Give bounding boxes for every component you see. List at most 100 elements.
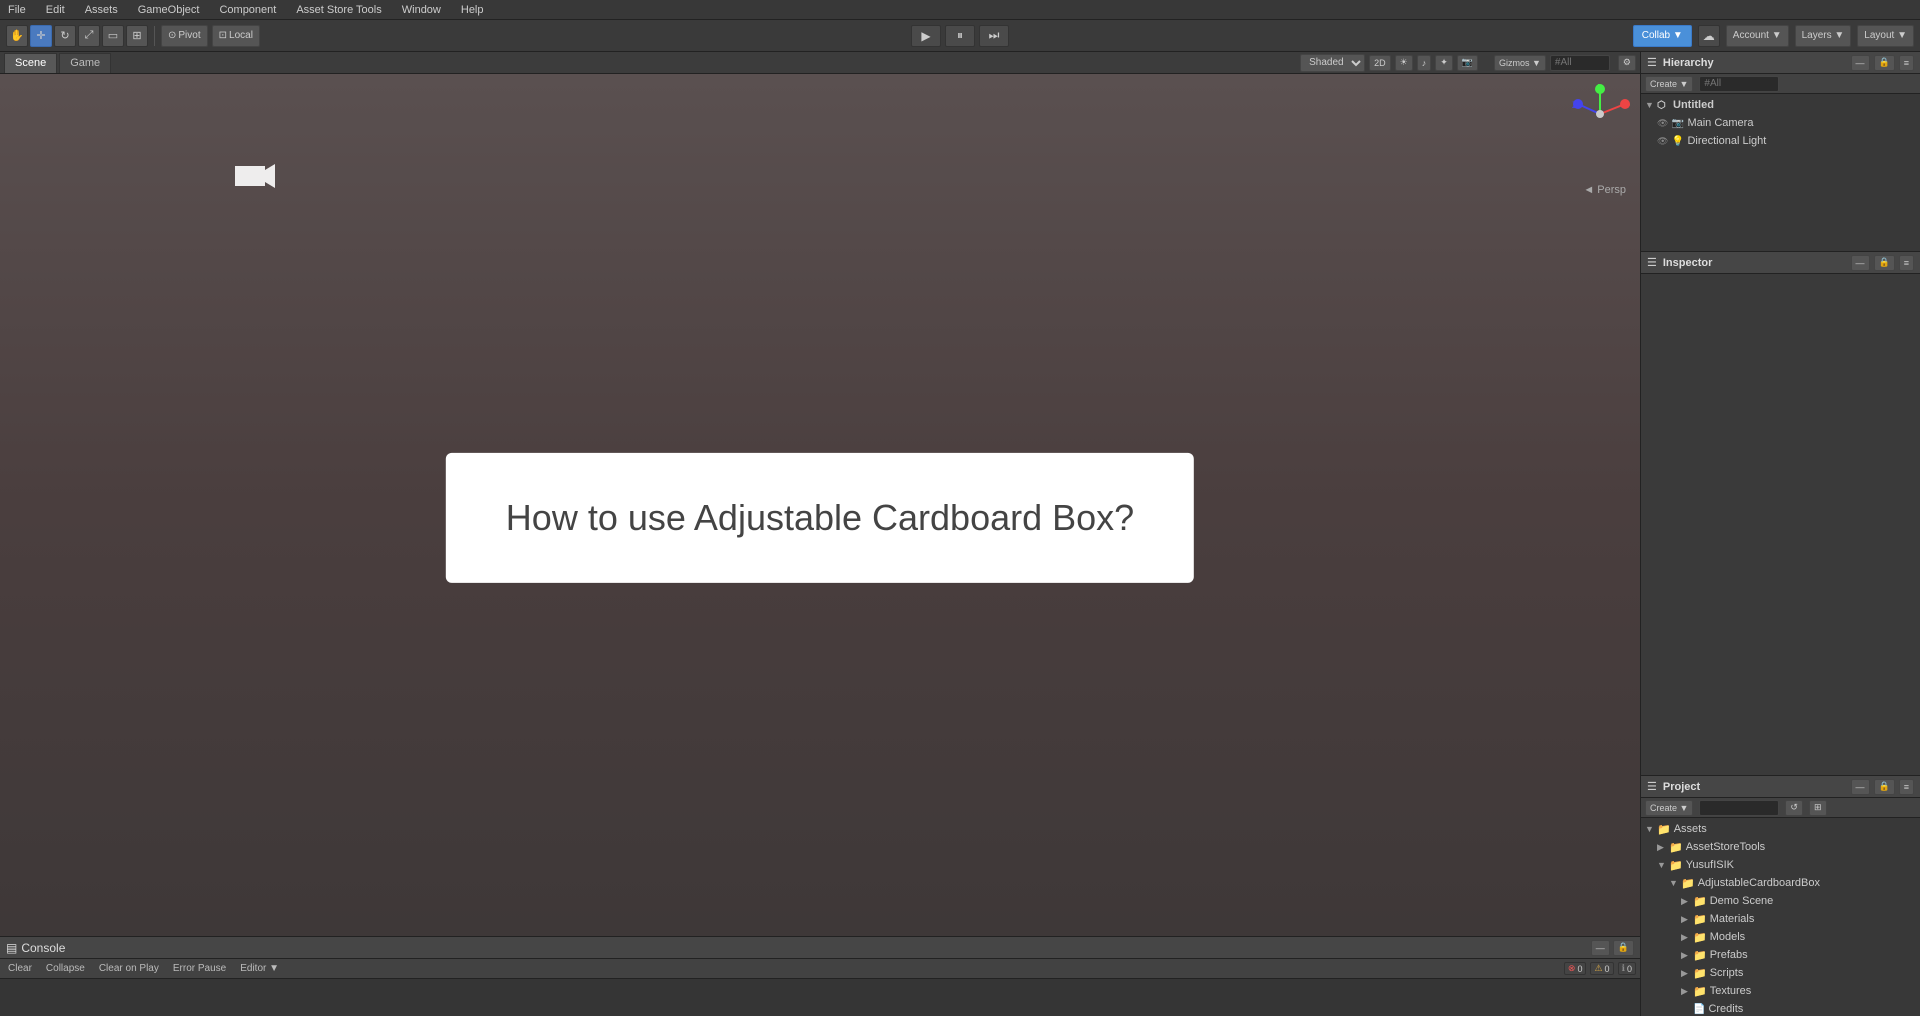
light-visibility-icon: 👁 [1657, 136, 1668, 147]
console-errorpause-btn[interactable]: Error Pause [169, 962, 230, 975]
scene-background: X Y Z ◄ Persp [0, 74, 1640, 936]
project-tree-item[interactable]: ▶📁Scripts [1641, 964, 1920, 982]
inspector-lock[interactable]: 🔒 [1874, 255, 1895, 271]
folder-icon: 📁 [1693, 949, 1707, 962]
local-btn[interactable]: ⊡ Local [212, 25, 260, 47]
project-search[interactable] [1699, 800, 1779, 816]
camera-toggle[interactable]: 📷 [1457, 55, 1478, 71]
hierarchy-directional-light[interactable]: 👁 💡 Directional Light [1641, 132, 1920, 150]
project-tree-item[interactable]: ▶📁Textures [1641, 982, 1920, 1000]
local-icon: ⊡ [219, 30, 227, 41]
project-tree-item[interactable]: ▼📁Assets [1641, 820, 1920, 838]
menu-window[interactable]: Window [398, 4, 445, 16]
folder-icon: 📁 [1693, 895, 1707, 908]
menu-help[interactable]: Help [457, 4, 488, 16]
project-toolbar: Create ▼ ↺ ⊞ [1641, 798, 1920, 818]
pivot-btn[interactable]: ⊙ Pivot [161, 25, 208, 47]
console-clear-btn[interactable]: Clear [4, 962, 36, 975]
project-tree-item[interactable]: ▶📁Prefabs [1641, 946, 1920, 964]
project-create-btn[interactable]: Create ▼ [1645, 800, 1693, 816]
console-collapse-btn[interactable]: Collapse [42, 962, 89, 975]
shading-dropdown[interactable]: Shaded [1300, 54, 1365, 72]
right-panel: ☰ Hierarchy — 🔒 ≡ Create ▼ ▼ ⬡ Untitled [1640, 52, 1920, 1016]
layers-button[interactable]: Layers ▼ [1795, 25, 1852, 47]
collab-button[interactable]: Collab ▼ [1633, 25, 1692, 47]
project-tree-item[interactable]: ▶📁Materials [1641, 910, 1920, 928]
toolbar-divider-1 [154, 26, 155, 46]
project-tree-item[interactable]: ▶📁Models [1641, 928, 1920, 946]
menu-assets[interactable]: Assets [81, 4, 122, 16]
play-button[interactable]: ▶ [911, 25, 941, 47]
hierarchy-main-camera[interactable]: 👁 📷 Main Camera [1641, 114, 1920, 132]
project-minimize[interactable]: — [1851, 779, 1870, 795]
hierarchy-create-btn[interactable]: Create ▼ [1645, 76, 1693, 92]
console-lock[interactable]: 🔒 [1613, 940, 1634, 956]
menu-component[interactable]: Component [215, 4, 280, 16]
scale-tool-btn[interactable]: ⤢ [78, 25, 100, 47]
fx-toggle[interactable]: ✦ [1435, 55, 1453, 71]
gizmos-btn[interactable]: Gizmos ▼ [1494, 55, 1546, 71]
project-tree-item[interactable]: ▶📁Demo Scene [1641, 892, 1920, 910]
folder-icon: 📁 [1693, 913, 1707, 926]
layout-button[interactable]: Layout ▼ [1857, 25, 1914, 47]
rect-tool-btn[interactable]: ▭ [102, 25, 124, 47]
scene-gizmo[interactable]: X Y Z [1570, 84, 1630, 144]
scene-name: Untitled [1673, 99, 1714, 111]
folder-arrow: ▶ [1681, 986, 1693, 997]
project-tree-item[interactable]: ▼📁AdjustableCardboardBox [1641, 874, 1920, 892]
scene-content-card: How to use Adjustable Cardboard Box? [446, 453, 1194, 583]
step-button[interactable]: ⏭ [979, 25, 1009, 47]
svg-text:Z: Z [1572, 100, 1578, 110]
project-tree-item[interactable]: ▼📁YusufISIK [1641, 856, 1920, 874]
console-toolbar: Clear Collapse Clear on Play Error Pause… [0, 959, 1640, 979]
file-icon: 📄 [1693, 1004, 1705, 1015]
light-toggle[interactable]: ☀ [1395, 55, 1413, 71]
camera-node-icon: 📷 [1671, 118, 1685, 129]
move-tool-btn[interactable]: ✛ [30, 25, 52, 47]
audio-toggle[interactable]: ♪ [1417, 55, 1432, 71]
menu-bar: File Edit Assets GameObject Component As… [0, 0, 1920, 20]
inspector-minimize[interactable]: — [1851, 255, 1870, 271]
hierarchy-header-controls: — 🔒 ≡ [1851, 55, 1914, 71]
folder-arrow: ▶ [1681, 896, 1693, 907]
menu-gameobject[interactable]: GameObject [134, 4, 204, 16]
account-button[interactable]: Account ▼ [1726, 25, 1789, 47]
hierarchy-scene-root[interactable]: ▼ ⬡ Untitled [1641, 96, 1920, 114]
project-menu[interactable]: ≡ [1899, 779, 1914, 795]
menu-assetstoretools[interactable]: Asset Store Tools [292, 4, 385, 16]
console-editor-btn[interactable]: Editor ▼ [236, 962, 283, 975]
tree-item-label: Textures [1710, 985, 1752, 997]
hierarchy-minimize[interactable]: — [1851, 55, 1870, 71]
tree-item-label: YusufISIK [1686, 859, 1734, 871]
scene-settings-btn[interactable]: ⚙ [1618, 55, 1636, 71]
menu-edit[interactable]: Edit [42, 4, 69, 16]
message-icon: ℹ [1622, 963, 1625, 974]
tab-scene[interactable]: Scene [4, 53, 57, 73]
project-lock[interactable]: 🔒 [1874, 779, 1895, 795]
menu-file[interactable]: File [4, 4, 30, 16]
main-layout: Scene Game Shaded 2D ☀ ♪ ✦ 📷 Gizmos ▼ ⚙ [0, 52, 1920, 1016]
console-minimize[interactable]: — [1591, 940, 1610, 956]
console-icon: ▤ [6, 941, 17, 955]
hand-tool-btn[interactable]: ✋ [6, 25, 28, 47]
tree-item-label: AdjustableCardboardBox [1698, 877, 1820, 889]
tab-game[interactable]: Game [59, 53, 111, 73]
left-area: Scene Game Shaded 2D ☀ ♪ ✦ 📷 Gizmos ▼ ⚙ [0, 52, 1640, 1016]
scene-viewport[interactable]: X Y Z ◄ Persp [0, 74, 1640, 936]
hierarchy-search[interactable] [1699, 76, 1779, 92]
pause-button[interactable]: ⏸ [945, 25, 975, 47]
rotate-tool-btn[interactable]: ↻ [54, 25, 76, 47]
multi-tool-btn[interactable]: ⊞ [126, 25, 148, 47]
tree-item-label: Demo Scene [1710, 895, 1774, 907]
hierarchy-menu[interactable]: ≡ [1899, 55, 1914, 71]
project-tree-item[interactable]: ▶📁AssetStoreTools [1641, 838, 1920, 856]
project-tree-item[interactable]: 📄Credits [1641, 1000, 1920, 1016]
hierarchy-lock[interactable]: 🔒 [1874, 55, 1895, 71]
project-refresh-btn[interactable]: ↺ [1785, 800, 1803, 816]
2d-toggle[interactable]: 2D [1369, 55, 1391, 71]
project-filter-btn[interactable]: ⊞ [1809, 800, 1827, 816]
console-clearonplay-btn[interactable]: Clear on Play [95, 962, 163, 975]
scene-search[interactable] [1550, 55, 1610, 71]
cloud-button[interactable]: ☁ [1698, 25, 1720, 47]
inspector-menu[interactable]: ≡ [1899, 255, 1914, 271]
